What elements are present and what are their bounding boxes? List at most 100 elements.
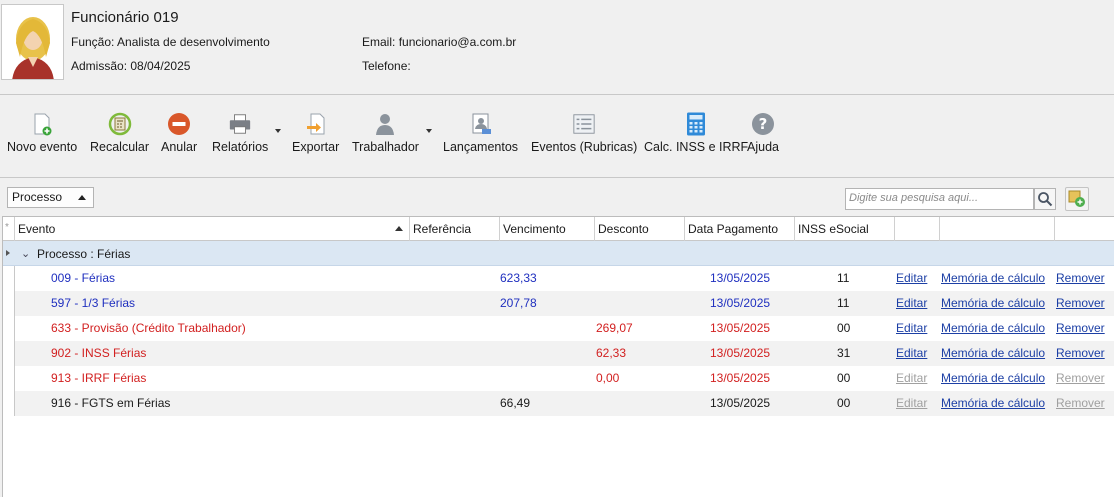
- trabalhador-dropdown-arrow[interactable]: [426, 129, 432, 133]
- search-icon: [1038, 192, 1053, 207]
- employee-header: Funcionário 019 Função: Analista de dese…: [0, 0, 1114, 95]
- svg-text:?: ?: [759, 115, 768, 133]
- email-value: funcionario@a.com.br: [398, 35, 517, 49]
- employee-name: Funcionário 019: [71, 9, 179, 26]
- email-field: Email: funcionario@a.com.br: [362, 35, 516, 49]
- relatorios-label: Relatórios: [212, 140, 269, 154]
- edit-link[interactable]: Editar: [896, 316, 927, 341]
- row-gutter: [3, 391, 15, 416]
- cell-evento: 916 - FGTS em Férias: [51, 396, 171, 410]
- novo-evento-button[interactable]: Novo evento: [7, 112, 77, 162]
- search-placeholder: Digite sua pesquisa aqui...: [849, 192, 979, 204]
- telefone-field: Telefone:: [362, 59, 411, 73]
- cancel-icon: [167, 112, 191, 136]
- calculator-icon: [684, 112, 708, 136]
- toolbar: Novo evento Recalcular Anular Relatórios…: [0, 96, 1114, 178]
- cell-vencimento: 207,78: [500, 296, 537, 310]
- relatorios-dropdown-arrow[interactable]: [275, 129, 281, 133]
- memory-link[interactable]: Memória de cálculo: [941, 266, 1045, 291]
- remove-link[interactable]: Remover: [1056, 266, 1105, 291]
- header-star: *: [3, 217, 15, 241]
- column-data-pagamento[interactable]: Data Pagamento: [685, 217, 795, 241]
- sort-ascending-icon: [395, 226, 403, 231]
- search-button[interactable]: [1034, 188, 1056, 210]
- exportar-button[interactable]: Exportar: [292, 112, 339, 162]
- employee-avatar: [1, 4, 64, 80]
- cell-data-pagamento: 13/05/2025: [710, 346, 771, 360]
- table-row[interactable]: 597 - 1/3 Férias 207,78 13/05/2025 11 Editar…: [3, 291, 1114, 316]
- admissao-label: Admissão:: [71, 59, 128, 73]
- table-row[interactable]: 913 - IRRF Férias 0,00 13/05/2025 00 Editar M…: [3, 366, 1114, 391]
- memory-link[interactable]: Memória de cálculo: [941, 316, 1045, 341]
- column-desconto-label: Desconto: [598, 222, 649, 236]
- edit-link[interactable]: Editar: [896, 291, 927, 316]
- column-evento[interactable]: Evento: [15, 217, 410, 241]
- relatorios-button[interactable]: Relatórios: [212, 112, 268, 162]
- funcao-value: Analista de desenvolvimento: [117, 35, 270, 49]
- exportar-label: Exportar: [292, 140, 340, 154]
- row-gutter: [3, 316, 15, 341]
- table-row[interactable]: 916 - FGTS em Férias 66,49 13/05/2025 00 Edi…: [3, 391, 1114, 416]
- process-filter-select[interactable]: Processo: [7, 187, 94, 208]
- cell-data-pagamento: 13/05/2025: [710, 296, 771, 310]
- email-label: Email:: [362, 35, 396, 49]
- worker-icon: [373, 112, 397, 136]
- group-label: Processo : Férias: [37, 247, 131, 261]
- chevron-down-icon[interactable]: ⌄: [21, 247, 30, 260]
- cell-inss-esocial: 00: [837, 321, 851, 335]
- column-action-remove: [1055, 217, 1114, 241]
- cell-data-pagamento: 13/05/2025: [710, 371, 771, 385]
- remove-link[interactable]: Remover: [1056, 291, 1105, 316]
- remove-link[interactable]: Remover: [1056, 316, 1105, 341]
- memory-link[interactable]: Memória de cálculo: [941, 391, 1045, 416]
- column-referencia[interactable]: Referência: [410, 217, 500, 241]
- options-button[interactable]: [1065, 187, 1089, 211]
- memory-link[interactable]: Memória de cálculo: [941, 366, 1045, 391]
- novo-evento-label: Novo evento: [7, 140, 78, 154]
- edit-link: Editar: [896, 396, 928, 410]
- remove-link[interactable]: Remover: [1056, 341, 1105, 366]
- row-gutter: [3, 341, 15, 366]
- cell-inss-esocial: 00: [837, 396, 851, 410]
- entries-icon: [469, 112, 493, 136]
- table-row[interactable]: 009 - Férias 623,33 13/05/2025 11 Editar Memó…: [3, 266, 1114, 291]
- lancamentos-button[interactable]: Lançamentos: [443, 112, 518, 162]
- recalcular-button[interactable]: Recalcular: [90, 112, 149, 162]
- search-input[interactable]: Digite sua pesquisa aqui...: [845, 188, 1034, 210]
- column-inss-esocial[interactable]: INSS eSocial: [795, 217, 895, 241]
- eventos-rubricas-label: Eventos (Rubricas): [531, 140, 638, 154]
- cell-data-pagamento: 13/05/2025: [710, 396, 771, 410]
- cell-data-pagamento: 13/05/2025: [710, 271, 771, 285]
- process-filter-value: Processo: [12, 190, 63, 204]
- remove-link: Remover: [1056, 396, 1105, 410]
- memory-link[interactable]: Memória de cálculo: [941, 291, 1045, 316]
- cell-inss-esocial: 11: [837, 271, 850, 285]
- column-evento-label: Evento: [18, 222, 56, 236]
- edit-link[interactable]: Editar: [896, 341, 927, 366]
- column-vencimento-label: Vencimento: [503, 222, 566, 236]
- help-icon: ?: [751, 112, 775, 136]
- anular-button[interactable]: Anular: [161, 112, 197, 162]
- group-row[interactable]: ⌄ Processo : Férias: [3, 241, 1114, 266]
- ajuda-button[interactable]: ? Ajuda: [747, 112, 779, 162]
- trabalhador-button[interactable]: Trabalhador: [352, 112, 419, 162]
- admissao-value: 08/04/2025: [130, 59, 191, 73]
- row-gutter: [3, 266, 15, 291]
- cell-vencimento: 66,49: [500, 396, 531, 410]
- table-row[interactable]: 633 - Provisão (Crédito Trabalhador) 269,…: [3, 316, 1114, 341]
- cell-evento: 633 - Provisão (Crédito Trabalhador): [51, 321, 246, 335]
- edit-link[interactable]: Editar: [896, 266, 927, 291]
- funcao-label: Função:: [71, 35, 115, 49]
- table-row[interactable]: 902 - INSS Férias 62,33 13/05/2025 31 Editar…: [3, 341, 1114, 366]
- column-desconto[interactable]: Desconto: [595, 217, 685, 241]
- memory-link[interactable]: Memória de cálculo: [941, 341, 1045, 366]
- filter-options-icon: [1068, 190, 1085, 207]
- calc-inss-irrf-button[interactable]: Calc. INSS e IRRF: [644, 112, 748, 162]
- funcao-field: Função: Analista de desenvolvimento: [71, 35, 270, 49]
- cell-inss-esocial: 00: [837, 371, 851, 385]
- recalculate-icon: [108, 112, 132, 136]
- grid-header: * Evento Referência Vencimento Desconto …: [3, 217, 1114, 241]
- column-vencimento[interactable]: Vencimento: [500, 217, 595, 241]
- cell-evento: 902 - INSS Férias: [51, 346, 147, 360]
- eventos-rubricas-button[interactable]: Eventos (Rubricas): [531, 112, 637, 162]
